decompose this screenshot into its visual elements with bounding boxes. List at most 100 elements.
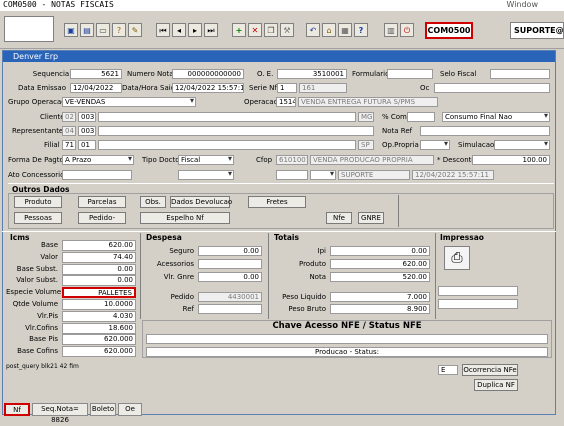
seguro-field[interactable]: 0.00 (198, 246, 262, 256)
icms-row-field[interactable]: 4.030 (62, 310, 136, 322)
formulario-field[interactable] (387, 69, 433, 79)
filial-code2-field[interactable]: 01 (78, 140, 96, 150)
cliente-code2-field[interactable]: 003 (78, 112, 96, 122)
ocorrencia-nfe-button[interactable]: Ocorrencia NFe (462, 364, 518, 376)
duplica-nf-button[interactable]: Duplica NF (474, 379, 518, 391)
peso-bruto-field[interactable]: 8.900 (330, 304, 430, 314)
extra-field-1[interactable] (276, 170, 308, 180)
acessorios-field[interactable] (198, 259, 262, 269)
com-field[interactable] (407, 112, 435, 122)
window-menu[interactable]: Window (506, 0, 538, 9)
ipi-field[interactable]: 0.00 (330, 246, 430, 256)
filial-uf-field: SP (358, 140, 374, 150)
icms-row-label: Valor Subst. (16, 276, 58, 285)
calculator-icon[interactable]: ▥ (384, 23, 398, 37)
screen-icon[interactable]: ▭ (96, 23, 110, 37)
tab-3[interactable]: Oe (118, 403, 142, 416)
copy-icon[interactable]: ❐ (264, 23, 278, 37)
forma-pagto-select[interactable]: A Prazo (62, 155, 134, 165)
nota-total-label: Nota (309, 273, 326, 281)
tab-0[interactable]: Nf (4, 403, 30, 416)
ocorrencia-field[interactable]: E (438, 365, 458, 375)
pedido-button[interactable]: Pedido- (78, 212, 126, 224)
icms-row-field[interactable]: 18.600 (62, 322, 136, 334)
next-icon[interactable]: ▸ (188, 23, 202, 37)
peso-bruto-label: Peso Bruto (288, 305, 326, 313)
vlr-gnre-field[interactable]: 0.00 (198, 272, 262, 282)
especie-volume-field[interactable]: PALLETES (62, 287, 136, 299)
desconto-field[interactable]: 100.00 (472, 155, 550, 165)
icms-row-field[interactable]: 0.00 (62, 263, 136, 275)
parcelas-button[interactable]: Parcelas (78, 196, 126, 208)
cfop-desc-field: VENDA PRODUCAO PROPRIA (310, 155, 434, 165)
save-icon[interactable]: ▣ (64, 23, 78, 37)
add-icon[interactable]: + (232, 23, 246, 37)
produto-button[interactable]: Produto (14, 196, 62, 208)
impressao-field-2[interactable] (438, 299, 518, 309)
representante-code1-field[interactable]: 04 (62, 126, 76, 136)
extra-select-1[interactable] (310, 170, 336, 180)
icms-row-field[interactable]: 620.000 (62, 346, 136, 358)
icms-row-field[interactable]: 10.0000 (62, 299, 136, 310)
gnre-button[interactable]: GNRE (358, 212, 384, 224)
oc-label: Oc (420, 84, 430, 92)
selo-fiscal-field[interactable] (490, 69, 550, 79)
obs-button[interactable]: Obs. (140, 196, 166, 208)
icms-row-field[interactable]: 620.000 (62, 334, 136, 346)
impressao-field-1[interactable] (438, 286, 518, 296)
chave-acesso-field[interactable] (146, 334, 548, 344)
data-hora-saida-field[interactable]: 12/04/2022 15:57:11 (172, 83, 244, 93)
last-icon[interactable]: ⏭ (204, 23, 218, 37)
help-query-icon[interactable]: ? (112, 23, 126, 37)
serie-nf-field[interactable]: 1 (277, 83, 297, 93)
nota-ref-field[interactable] (420, 126, 550, 136)
ato-concessorio-select[interactable] (178, 170, 234, 180)
help-icon[interactable]: ? (354, 23, 368, 37)
consumo-select[interactable]: Consumo Final Nao (442, 112, 550, 122)
filial-code1-field[interactable]: 71 (62, 140, 76, 150)
printer-icon[interactable]: ⎙ (444, 246, 470, 270)
delete-icon[interactable]: ✕ (248, 23, 262, 37)
data-emissao-field[interactable]: 12/04/2022 (70, 83, 122, 93)
oc-field[interactable] (434, 83, 550, 93)
icms-row-field[interactable]: 620.00 (62, 240, 136, 251)
nfe-button[interactable]: Nfe (326, 212, 352, 224)
tag-icon[interactable]: ⌂ (322, 23, 336, 37)
undo-icon[interactable]: ↶ (306, 23, 320, 37)
com-label: % Com. (382, 113, 410, 121)
pessoas-button[interactable]: Pessoas (14, 212, 62, 224)
tab-2[interactable]: Boleto (90, 403, 116, 416)
numero-nota-field[interactable]: 000000000000 (172, 69, 244, 79)
oe-field[interactable]: 3510001 (277, 69, 347, 79)
representante-code2-field[interactable]: 003 (78, 126, 96, 136)
peso-liquido-field[interactable]: 7.000 (330, 292, 430, 302)
sequencia-nota-field[interactable]: 5621 (70, 69, 122, 79)
op-propria-select[interactable] (420, 140, 450, 150)
first-icon[interactable]: ⏮ (156, 23, 170, 37)
document-icon[interactable]: ▦ (338, 23, 352, 37)
cfop-code-field[interactable]: 6101001 (276, 155, 308, 165)
edit-icon[interactable]: ✎ (128, 23, 142, 37)
grupo-operacao-select[interactable]: VE-VENDAS (62, 97, 196, 107)
program-code: COM0500 (425, 22, 473, 39)
espelho-nf-button[interactable]: Espelho Nf (140, 212, 230, 224)
produto-total-field[interactable]: 620.00 (330, 259, 430, 269)
divider (268, 233, 269, 319)
tipo-docto-select[interactable]: Fiscal (178, 155, 234, 165)
operacao-code-field[interactable]: 1514 (276, 97, 296, 107)
fretes-button[interactable]: Fretes (248, 196, 306, 208)
tab-1[interactable]: Seq.Nota= 8826 (32, 403, 88, 424)
tools-icon[interactable]: ⚒ (280, 23, 294, 37)
ato-concessorio-field[interactable] (62, 170, 132, 180)
print-preview-icon[interactable]: ▤ (80, 23, 94, 37)
simulacao-select[interactable] (494, 140, 550, 150)
operacao-label: Operacao (244, 98, 278, 106)
nota-total-field[interactable]: 520.00 (330, 272, 430, 282)
exit-icon[interactable]: ⏻ (400, 23, 414, 37)
prev-icon[interactable]: ◂ (172, 23, 186, 37)
dados-devolucao-button[interactable]: Dados Devolucao (170, 196, 232, 208)
cliente-code1-field[interactable]: 02 (62, 112, 76, 122)
icms-row-field[interactable]: 74.40 (62, 251, 136, 263)
icms-row-field[interactable]: 0.00 (62, 275, 136, 287)
ref-field[interactable] (198, 304, 262, 314)
